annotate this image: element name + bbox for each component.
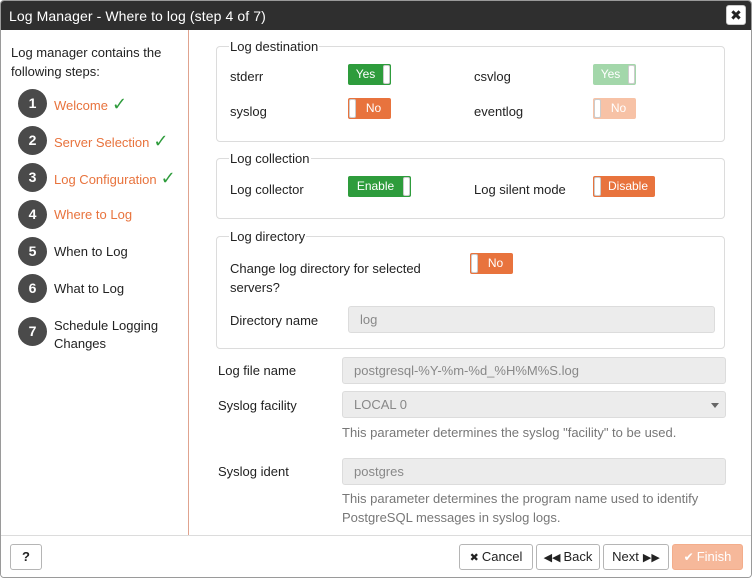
toggle-knob <box>403 177 410 196</box>
toggle-label: Yes <box>355 67 376 81</box>
toggle-label: No <box>610 101 627 115</box>
log-destination-title: Log destination <box>229 39 320 54</box>
finish-button[interactable]: ✔ Finish <box>672 544 743 570</box>
log-file-name-input[interactable]: postgresql-%Y-%m-%d_%H%M%S.log <box>342 357 726 384</box>
backward-icon: ◀◀ <box>543 552 561 564</box>
log-manager-dialog: Log Manager - Where to log (step 4 of 7)… <box>0 0 752 578</box>
stderr-toggle[interactable]: Yes <box>348 64 391 85</box>
finish-label: Finish <box>696 549 732 564</box>
syslog-ident-label: Syslog ident <box>218 464 289 479</box>
back-button[interactable]: ◀◀ Back <box>536 544 600 570</box>
syslog-ident-input[interactable]: postgres <box>342 458 726 485</box>
eventlog-toggle[interactable]: No <box>593 98 636 119</box>
next-label: Next <box>612 549 639 564</box>
check-icon: ✔ <box>683 550 694 564</box>
syslog-facility-value: LOCAL 0 <box>354 397 407 412</box>
step-label: What to Log <box>54 281 125 296</box>
log-collection-group: Log collection Log collector Enable Log … <box>216 151 725 219</box>
eventlog-label: eventlog <box>474 104 524 119</box>
check-icon: ✓ <box>111 94 128 114</box>
syslog-facility-help: This parameter determines the syslog "fa… <box>342 425 677 440</box>
toggle-label: Enable <box>356 179 395 193</box>
step-label: Where to Log <box>54 207 133 222</box>
log-destination-group: Log destination stderr Yes csvlog Yes sy… <box>216 39 725 142</box>
step-number: 5 <box>18 237 47 266</box>
toggle-knob <box>628 65 635 84</box>
step-number: 2 <box>18 126 47 155</box>
step-label: Server Selection ✓ <box>54 131 169 151</box>
toggle-label: No <box>365 101 382 115</box>
wizard-content: Log destination stderr Yes csvlog Yes sy… <box>190 30 751 535</box>
times-icon: ✖ <box>469 552 479 564</box>
log-file-name-label: Log file name <box>218 363 297 378</box>
change-log-directory-label: Change log directory for selected server… <box>230 261 421 295</box>
step-label: Welcome ✓ <box>54 94 128 114</box>
toggle-knob <box>594 177 601 196</box>
syslog-facility-label: Syslog facility <box>218 398 297 413</box>
help-button[interactable]: ? <box>10 544 42 570</box>
back-label: Back <box>563 549 593 564</box>
chevron-down-icon <box>711 403 719 408</box>
step-number: 7 <box>18 317 47 346</box>
check-icon: ✓ <box>160 168 176 188</box>
dialog-title: Log Manager - Where to log (step 4 of 7) <box>9 8 266 24</box>
step-number: 6 <box>18 274 47 303</box>
close-icon[interactable]: ✖ <box>726 5 746 25</box>
log-collector-toggle[interactable]: Enable <box>348 176 411 197</box>
cancel-button[interactable]: ✖ Cancel <box>459 544 533 570</box>
log-directory-title: Log directory <box>229 229 307 244</box>
step-label: When to Log <box>54 244 128 259</box>
steps-sidebar: Log manager contains the following steps… <box>1 30 189 535</box>
log-collector-label: Log collector <box>230 182 304 197</box>
steps-intro: Log manager contains the following steps… <box>11 45 162 79</box>
log-silent-mode-label: Log silent mode <box>474 182 566 197</box>
toggle-label: Yes <box>600 67 621 81</box>
log-silent-mode-toggle[interactable]: Disable <box>593 176 655 197</box>
cancel-label: Cancel <box>481 549 523 564</box>
dialog-footer: ? ✖ Cancel ◀◀ Back Next ▶▶ ✔ Finish <box>1 535 751 577</box>
next-button[interactable]: Next ▶▶ <box>603 544 669 570</box>
title-bar: Log Manager - Where to log (step 4 of 7)… <box>1 1 751 30</box>
toggle-label: No <box>487 256 504 270</box>
directory-name-input[interactable]: log <box>348 306 715 333</box>
syslog-facility-select[interactable]: LOCAL 0 <box>342 391 726 418</box>
directory-name-label: Directory name <box>230 313 319 328</box>
step-number: 1 <box>18 89 47 118</box>
syslog-label: syslog <box>230 104 267 119</box>
toggle-knob <box>383 65 390 84</box>
step-number: 3 <box>18 163 47 192</box>
toggle-knob <box>349 99 356 118</box>
csvlog-label: csvlog <box>474 69 511 84</box>
log-directory-group: Log directory Change log directory for s… <box>216 229 725 349</box>
csvlog-toggle[interactable]: Yes <box>593 64 636 85</box>
log-collection-title: Log collection <box>229 151 311 166</box>
step-number: 4 <box>18 200 47 229</box>
check-icon: ✓ <box>153 131 169 151</box>
change-log-directory-toggle[interactable]: No <box>470 253 513 274</box>
step-label: Log Configuration ✓ <box>54 168 176 188</box>
toggle-knob <box>594 99 601 118</box>
toggle-knob <box>471 254 478 273</box>
syslog-ident-help: This parameter determines the program na… <box>342 491 699 525</box>
step-label: Schedule Logging Changes <box>54 318 159 351</box>
forward-icon: ▶▶ <box>642 552 660 564</box>
toggle-label: Disable <box>607 179 649 193</box>
syslog-toggle[interactable]: No <box>348 98 391 119</box>
stderr-label: stderr <box>230 69 264 84</box>
